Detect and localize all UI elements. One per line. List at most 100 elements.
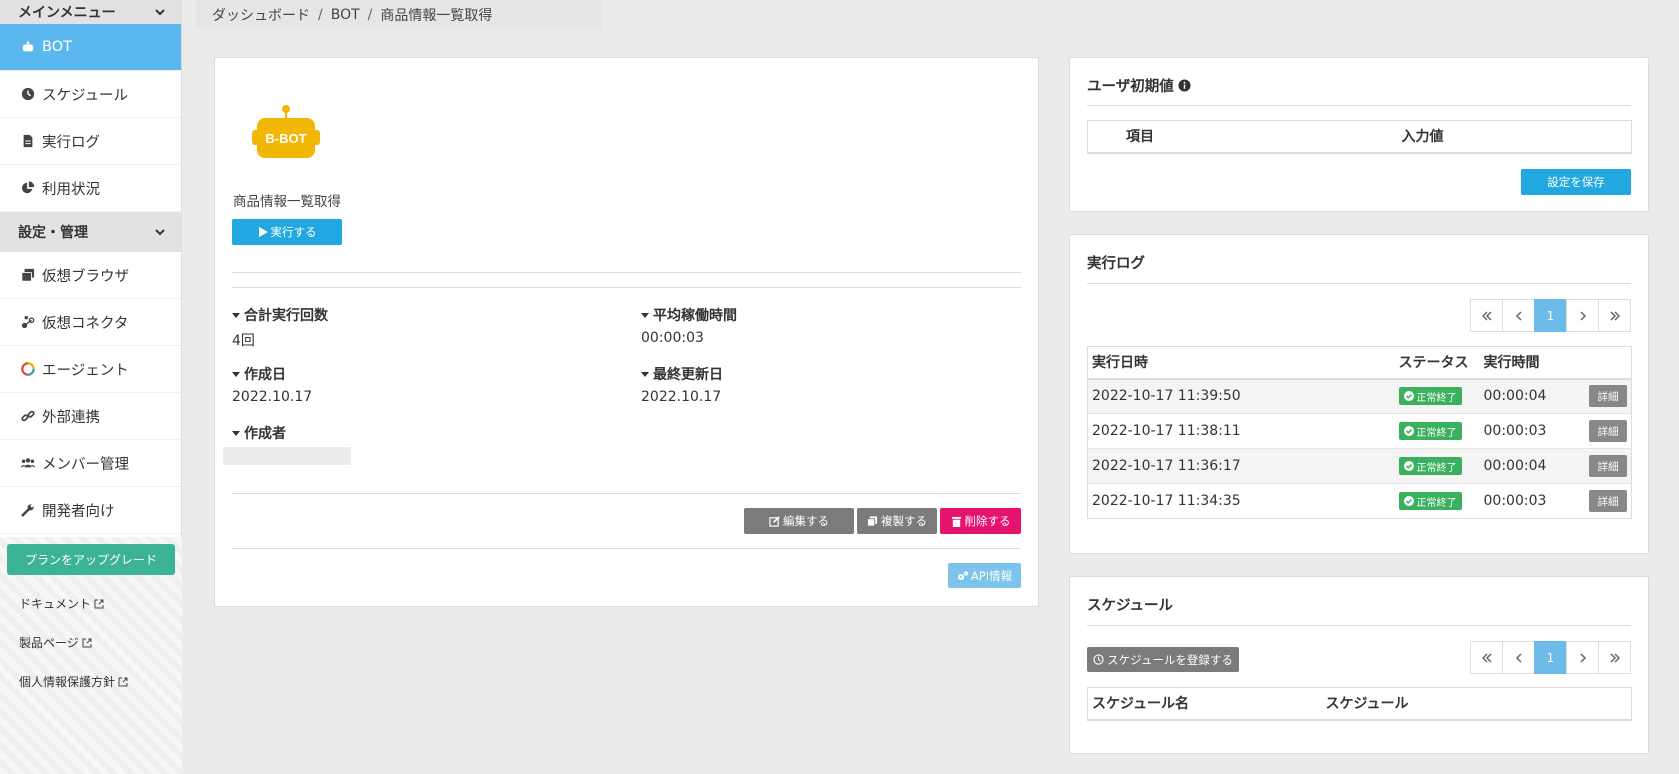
caret-down-icon	[641, 371, 649, 377]
link-icon	[20, 408, 36, 424]
privacy-policy-link-label: 個人情報保護方針	[19, 675, 116, 689]
sidebar-item-developer[interactable]: 開発者向け	[0, 487, 181, 534]
status-badge: 正常終了	[1398, 457, 1462, 475]
divider	[232, 493, 1021, 494]
exec-time: 00:00:04	[1479, 448, 1580, 484]
column-header: スケジュール名	[1087, 687, 1322, 721]
caret-down-icon	[641, 312, 649, 318]
sidebar-item-members[interactable]: メンバー管理	[0, 440, 181, 487]
first-page-button[interactable]	[1470, 641, 1503, 674]
sidebar-item-label: BOT	[42, 39, 72, 55]
robot-icon	[20, 39, 36, 55]
sidebar-item-label: 仮想コネクタ	[42, 315, 129, 332]
schedule-table: スケジュール名 スケジュール	[1087, 687, 1632, 721]
bot-logo: B-BOT	[252, 105, 320, 158]
divider	[232, 548, 1021, 549]
detail-button[interactable]: 詳細	[1589, 420, 1627, 442]
edit-button[interactable]: 編集する	[744, 508, 854, 534]
exec-time: 00:00:04	[1479, 378, 1580, 414]
card-title: ユーザ初期値	[1087, 79, 1174, 95]
api-info-button[interactable]: API情報	[948, 563, 1021, 588]
agent-icon	[20, 361, 36, 377]
play-icon	[258, 227, 268, 237]
status-badge-label: 正常終了	[1416, 497, 1457, 509]
double-chevron-left-icon	[1481, 310, 1492, 321]
stat-total-runs: 合計実行回数 4回	[232, 305, 328, 350]
sidebar-item-label: 利用状況	[42, 181, 100, 198]
settings-menu-label: 設定・管理	[18, 225, 88, 241]
copy-button[interactable]: 複製する	[857, 508, 937, 534]
detail-button[interactable]: 詳細	[1589, 385, 1627, 408]
breadcrumb-bot[interactable]: BOT	[331, 7, 360, 23]
sidebar-item-virtual-connector[interactable]: 仮想コネクタ	[0, 299, 181, 346]
privacy-policy-link[interactable]: 個人情報保護方針	[19, 673, 128, 690]
sidebar-item-schedule[interactable]: スケジュール	[0, 71, 181, 118]
status-badge-label: 正常終了	[1416, 427, 1457, 439]
last-page-button[interactable]	[1598, 299, 1631, 332]
sidebar-item-integration[interactable]: 外部連携	[0, 393, 181, 440]
bot-logo-text: B-BOT	[265, 131, 306, 146]
upgrade-plan-button[interactable]: プランをアップグレード	[7, 544, 175, 575]
bot-detail-card: B-BOT 商品情報一覧取得 実行する 合計実行回数 4回 平均稼働時間 00:…	[214, 57, 1039, 607]
pagination: 1	[1470, 641, 1631, 674]
sidebar-item-exec-log[interactable]: 実行ログ	[0, 118, 181, 165]
product-page-link[interactable]: 製品ページ	[19, 634, 92, 651]
file-icon	[20, 133, 36, 149]
user-defaults-title: ユーザ初期値	[1087, 75, 1191, 96]
external-link-icon	[94, 599, 104, 608]
external-link-icon	[82, 638, 92, 647]
exec-date: 2022-10-17 11:38:11	[1087, 413, 1395, 449]
stat-label: 作成日	[244, 367, 286, 383]
sidebar-item-label: 仮想ブラウザ	[42, 268, 129, 285]
clock-icon	[20, 86, 36, 102]
save-settings-button[interactable]: 設定を保存	[1521, 169, 1631, 195]
prev-page-button[interactable]	[1502, 299, 1535, 332]
next-page-button[interactable]	[1566, 641, 1599, 674]
user-defaults-card: ユーザ初期値 項目 入力値 設定を保存	[1069, 57, 1649, 212]
stat-label: 平均稼働時間	[653, 308, 737, 324]
exec-date: 2022-10-17 11:39:50	[1087, 378, 1395, 414]
sidebar-item-usage[interactable]: 利用状況	[0, 165, 181, 212]
settings-menu-header[interactable]: 設定・管理	[0, 212, 181, 252]
status-badge-label: 正常終了	[1416, 462, 1457, 474]
sidebar-item-label: メンバー管理	[42, 456, 129, 473]
detail-button[interactable]: 詳細	[1589, 490, 1627, 512]
edit-icon	[769, 515, 780, 527]
sidebar-item-virtual-browser[interactable]: 仮想ブラウザ	[0, 252, 181, 299]
page-number-button[interactable]: 1	[1534, 299, 1567, 332]
sidebar-item-bot[interactable]: BOT	[0, 24, 181, 71]
page-number-button[interactable]: 1	[1534, 641, 1567, 674]
main-menu-header[interactable]: メインメニュー	[0, 0, 181, 24]
breadcrumb-dashboard[interactable]: ダッシュボード	[212, 5, 310, 25]
first-page-button[interactable]	[1470, 299, 1503, 332]
next-page-button[interactable]	[1566, 299, 1599, 332]
pagination: 1	[1470, 299, 1631, 332]
run-button-label: 実行する	[270, 225, 317, 239]
register-schedule-button[interactable]: スケジュールを登録する	[1087, 647, 1239, 672]
sidebar-footer: プランをアップグレード ドキュメント 製品ページ 個人情報保護方針	[0, 537, 182, 774]
documents-link-label: ドキュメント	[19, 597, 92, 611]
delete-button[interactable]: 削除する	[940, 508, 1021, 534]
column-header: 実行日時	[1087, 346, 1395, 380]
prev-page-button[interactable]	[1502, 641, 1535, 674]
divider	[1087, 283, 1631, 284]
divider	[1087, 625, 1631, 626]
last-page-button[interactable]	[1598, 641, 1631, 674]
pie-chart-icon	[20, 180, 36, 196]
caret-down-icon	[232, 430, 240, 436]
double-chevron-left-icon	[1481, 652, 1492, 663]
users-icon	[20, 455, 36, 471]
delete-button-label: 削除する	[964, 514, 1011, 528]
info-icon[interactable]	[1178, 79, 1191, 92]
breadcrumb-separator: /	[367, 6, 373, 23]
stat-value: 2022.10.17	[641, 389, 722, 405]
status-badge: 正常終了	[1398, 387, 1462, 406]
column-header: ステータス	[1394, 346, 1480, 380]
detail-button[interactable]: 詳細	[1589, 455, 1627, 477]
sidebar-item-agent[interactable]: エージェント	[0, 346, 181, 393]
exec-date: 2022-10-17 11:34:35	[1087, 483, 1395, 519]
divider	[1087, 105, 1631, 106]
divider	[232, 272, 1021, 273]
documents-link[interactable]: ドキュメント	[19, 595, 104, 612]
run-button[interactable]: 実行する	[232, 219, 342, 245]
